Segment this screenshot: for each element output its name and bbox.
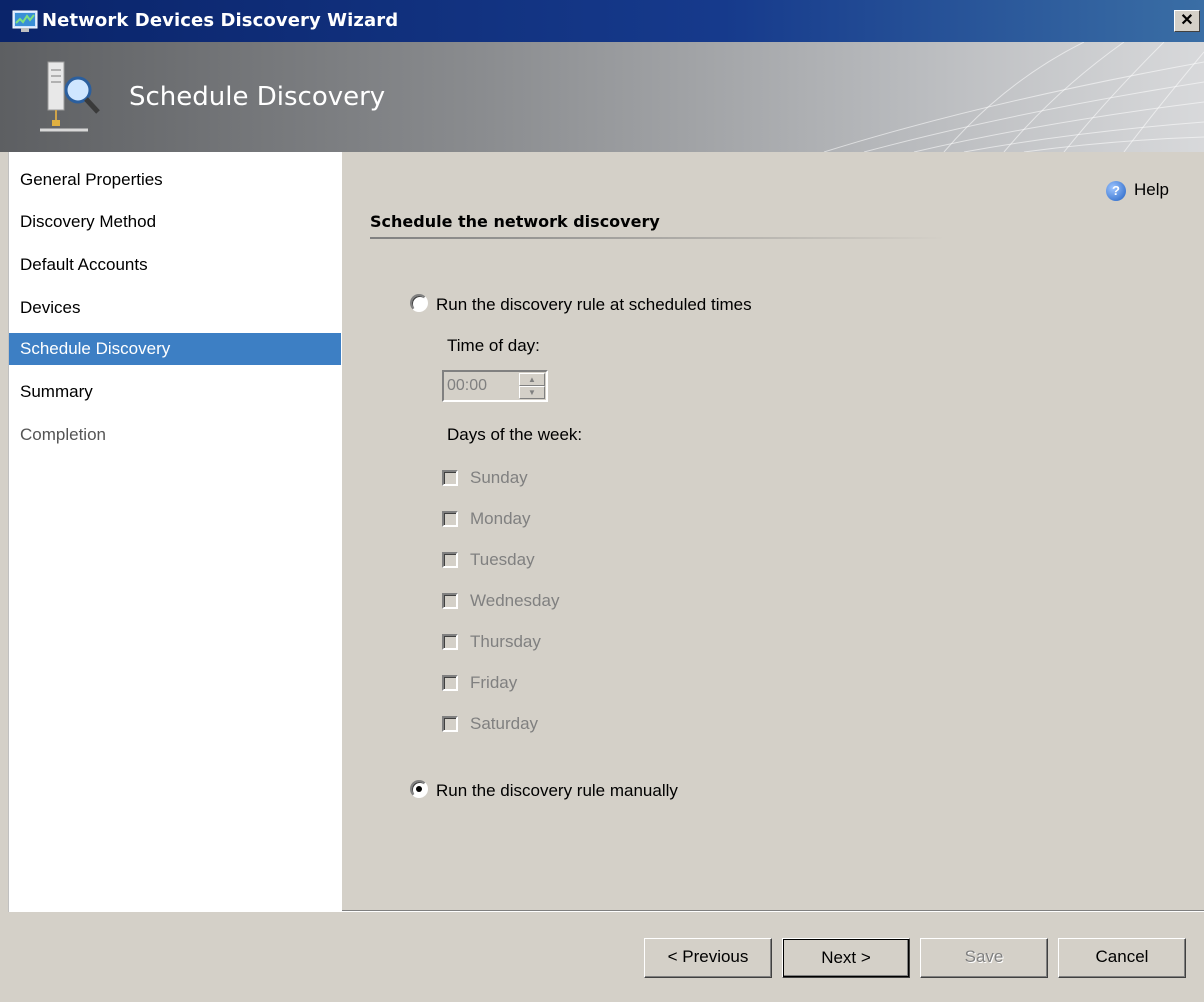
checkbox-wednesday[interactable]: Wednesday — [442, 591, 559, 611]
nav-item-completion: Completion — [20, 425, 106, 444]
network-monitor-icon — [12, 10, 38, 32]
checkbox-label: Sunday — [470, 468, 528, 487]
days-of-week-label: Days of the week: — [447, 425, 583, 444]
radio-manual[interactable]: Run the discovery rule manually — [410, 780, 678, 801]
checkbox-box[interactable] — [442, 593, 458, 609]
wizard-footer: < Previous Next > Save Cancel — [8, 912, 1204, 1002]
nav-item-schedule-discovery[interactable]: Schedule Discovery — [9, 333, 341, 365]
previous-button[interactable]: < Previous — [644, 938, 772, 978]
nav-item-summary[interactable]: Summary — [9, 376, 341, 408]
checkbox-monday[interactable]: Monday — [442, 509, 530, 529]
radio-scheduled-label: Run the discovery rule at scheduled time… — [436, 295, 752, 314]
help-label: Help — [1134, 180, 1169, 199]
wizard-banner: Schedule Discovery — [0, 42, 1204, 152]
close-icon: ✕ — [1180, 12, 1194, 29]
help-link[interactable]: ? Help — [1106, 180, 1169, 201]
spin-up-icon[interactable]: ▲ — [519, 373, 545, 386]
radio-scheduled-indicator[interactable] — [410, 294, 428, 312]
radio-manual-label: Run the discovery rule manually — [436, 781, 678, 800]
nav-item-devices[interactable]: Devices — [9, 292, 341, 324]
nav-item-discovery-method[interactable]: Discovery Method — [9, 206, 341, 238]
checkbox-label: Friday — [470, 673, 518, 692]
banner-decoration — [823, 42, 1204, 152]
page-heading: Schedule Discovery — [129, 82, 386, 112]
checkbox-thursday[interactable]: Thursday — [442, 632, 541, 652]
checkbox-sunday[interactable]: Sunday — [442, 468, 528, 488]
checkbox-label: Tuesday — [470, 550, 535, 569]
nav-item-default-accounts[interactable]: Default Accounts — [9, 249, 341, 281]
checkbox-friday[interactable]: Friday — [442, 673, 517, 693]
section-title: Schedule the network discovery — [370, 212, 660, 231]
save-button: Save — [920, 938, 1048, 978]
nav-item-general-properties[interactable]: General Properties — [9, 164, 341, 196]
checkbox-label: Thursday — [470, 632, 541, 651]
close-button[interactable]: ✕ — [1174, 10, 1200, 32]
checkbox-tuesday[interactable]: Tuesday — [442, 550, 535, 570]
wizard-steps-nav: General Properties Discovery Method Defa… — [8, 152, 343, 912]
checkbox-box[interactable] — [442, 511, 458, 527]
help-icon: ? — [1106, 180, 1126, 201]
section-divider — [370, 237, 946, 239]
time-of-day-label: Time of day: — [447, 336, 540, 355]
checkbox-label: Saturday — [470, 714, 539, 733]
checkbox-box[interactable] — [442, 675, 458, 691]
checkbox-label: Wednesday — [470, 591, 560, 610]
checkbox-box[interactable] — [442, 716, 458, 732]
checkbox-box[interactable] — [442, 634, 458, 650]
checkbox-saturday[interactable]: Saturday — [442, 714, 538, 734]
window-title: Network Devices Discovery Wizard — [42, 10, 399, 31]
next-button[interactable]: Next > — [782, 938, 910, 978]
cancel-button[interactable]: Cancel — [1058, 938, 1186, 978]
title-bar: Network Devices Discovery Wizard ✕ — [0, 0, 1204, 42]
radio-scheduled-times[interactable]: Run the discovery rule at scheduled time… — [410, 294, 752, 315]
server-search-icon — [40, 61, 100, 132]
time-value: 00:00 — [447, 377, 488, 394]
checkbox-box[interactable] — [442, 552, 458, 568]
spin-down-icon[interactable]: ▼ — [519, 386, 545, 399]
checkbox-label: Monday — [470, 509, 531, 528]
radio-manual-indicator[interactable] — [410, 780, 428, 798]
content-pane: ? Help Schedule the network discovery Run… — [342, 152, 1204, 912]
checkbox-box[interactable] — [442, 470, 458, 486]
time-of-day-spinner[interactable]: 00:00 ▲ ▼ — [442, 370, 548, 402]
